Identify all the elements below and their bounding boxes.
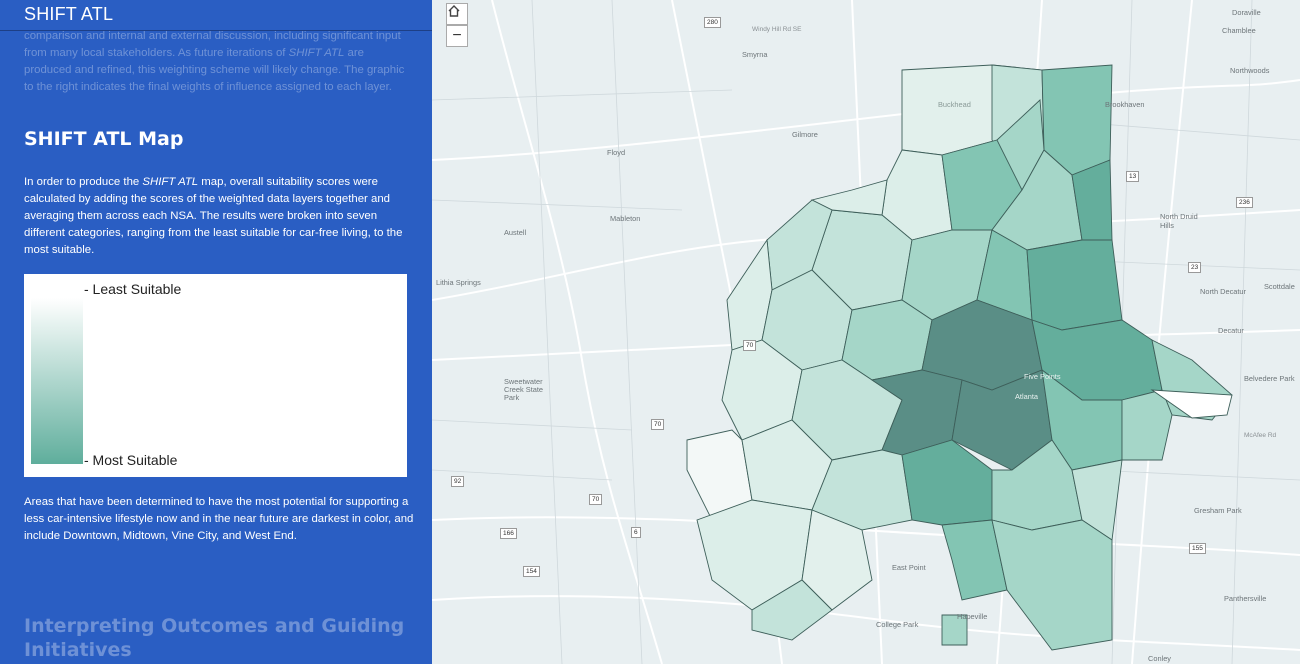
map-view[interactable]: − Smyrna Windy Hill Rd SE Gilmore Floyd … bbox=[432, 0, 1300, 664]
highway-shield: 13 bbox=[1126, 171, 1140, 182]
map-label: Doraville bbox=[1232, 8, 1261, 17]
legend: - Least Suitable - Most Suitable bbox=[24, 274, 407, 477]
map-label: Conley bbox=[1148, 654, 1172, 663]
map-label: Atlanta bbox=[1015, 392, 1039, 401]
map-label: Panthersville bbox=[1224, 594, 1267, 603]
map-label: Decatur bbox=[1218, 326, 1244, 335]
map-label: Five Points bbox=[1024, 372, 1061, 381]
map-canvas[interactable] bbox=[432, 0, 1300, 664]
highway-shield: 166 bbox=[500, 528, 517, 539]
highway-shield: 280 bbox=[704, 17, 721, 28]
map-label: Smyrna bbox=[742, 50, 768, 59]
map-label: Belvedere Park bbox=[1244, 374, 1295, 383]
legend-most-label: - Most Suitable bbox=[84, 452, 178, 468]
previous-text-line: comparison and internal and external dis… bbox=[24, 30, 401, 42]
intro-text: map, overall suitability scores were cal… bbox=[24, 176, 403, 256]
header-bar: SHIFT ATL bbox=[0, 0, 432, 31]
highway-shield: 236 bbox=[1236, 197, 1253, 208]
highway-shield: 6 bbox=[631, 527, 641, 538]
highway-shield: 70 bbox=[743, 340, 757, 351]
map-label: Austell bbox=[504, 228, 527, 237]
section-heading: SHIFT ATL Map bbox=[24, 128, 184, 150]
map-label: Floyd bbox=[607, 148, 626, 157]
map-label: North Decatur bbox=[1200, 287, 1247, 296]
highway-shield: 23 bbox=[1188, 262, 1202, 273]
legend-gradient-bar bbox=[31, 298, 83, 464]
outro-paragraph: Areas that have been determined to have … bbox=[24, 496, 414, 542]
previous-text-line: produced and refined, this weighting sch… bbox=[24, 64, 405, 76]
next-section-heading: Interpreting Outcomes and Guiding Initia… bbox=[24, 615, 405, 661]
highway-shield: 92 bbox=[451, 476, 465, 487]
map-label: Chamblee bbox=[1222, 26, 1256, 35]
intro-text: In order to produce the bbox=[24, 176, 143, 188]
highway-shield: 70 bbox=[589, 494, 603, 505]
map-label: Hapeville bbox=[957, 612, 988, 621]
highway-shield: 154 bbox=[523, 566, 540, 577]
map-label: Northwoods bbox=[1230, 66, 1270, 75]
previous-text-line: are bbox=[344, 47, 364, 59]
zoom-out-button[interactable]: − bbox=[446, 25, 468, 47]
map-label: Buckhead bbox=[938, 100, 971, 109]
story-panel: SHIFT ATL comparison and internal and ex… bbox=[0, 0, 432, 664]
map-label: Gresham Park bbox=[1194, 506, 1242, 515]
intro-emphasis: SHIFT ATL bbox=[142, 176, 199, 188]
home-button[interactable] bbox=[446, 3, 468, 25]
highway-shield: 155 bbox=[1189, 543, 1206, 554]
app-title: SHIFT ATL bbox=[24, 4, 114, 24]
previous-text-line: to the right indicates the final weights… bbox=[24, 81, 392, 93]
map-label: Windy Hill Rd SE bbox=[752, 26, 802, 33]
previous-text-line: from many local stakeholders. As future … bbox=[24, 47, 289, 59]
previous-section-text: comparison and internal and external dis… bbox=[24, 28, 414, 96]
map-label: East Point bbox=[892, 563, 926, 572]
home-icon bbox=[448, 5, 460, 17]
map-label: College Park bbox=[876, 620, 919, 629]
highway-shield: 70 bbox=[651, 419, 665, 430]
map-label: McAfee Rd bbox=[1244, 432, 1277, 439]
map-label: Scottdale bbox=[1264, 282, 1295, 291]
legend-least-label: - Least Suitable bbox=[84, 281, 182, 297]
map-label: Gilmore bbox=[792, 130, 818, 139]
map-label: Lithia Springs bbox=[436, 278, 481, 287]
map-label: Sweetwater Creek State Park bbox=[504, 377, 544, 402]
map-label: Mableton bbox=[610, 214, 641, 223]
map-label: Brookhaven bbox=[1105, 100, 1145, 109]
map-label: North Druid Hills bbox=[1160, 212, 1198, 230]
intro-paragraph: In order to produce the SHIFT ATL map, o… bbox=[24, 174, 414, 259]
previous-text-emphasis: SHIFT ATL bbox=[288, 47, 345, 59]
